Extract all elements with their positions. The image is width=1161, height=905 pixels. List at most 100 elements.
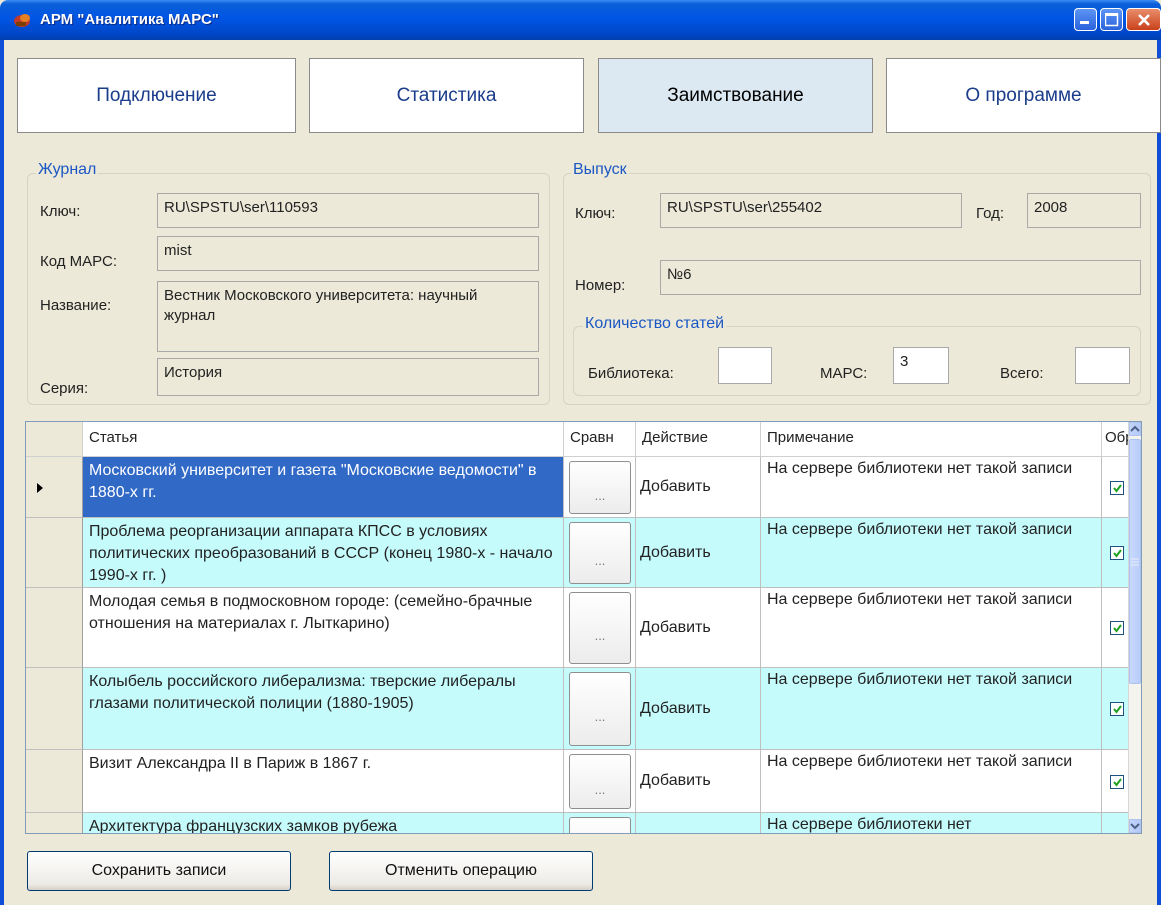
processed-checkbox[interactable] <box>1110 702 1124 716</box>
row-header[interactable] <box>26 457 83 518</box>
action-cell[interactable]: Добавить <box>636 518 761 588</box>
compare-button[interactable]: ... <box>569 461 631 514</box>
column-header-action[interactable]: Действие <box>636 422 761 457</box>
save-records-button[interactable]: Сохранить записи <box>27 851 291 891</box>
table-row[interactable]: Визит Александра II в Париж в 1867 г....… <box>26 750 1131 813</box>
tab-statistics[interactable]: Статистика <box>309 58 584 133</box>
article-title: Архитектура французских замков рубежа <box>89 818 398 834</box>
article-cell[interactable]: Московский университет и газета "Московс… <box>83 457 564 518</box>
note-value: На сервере библиотеки нет такой записи <box>767 671 1073 688</box>
tab-connection[interactable]: Подключение <box>17 58 296 133</box>
library-count-field[interactable] <box>718 347 772 384</box>
note-value: На сервере библиотеки нет <box>767 816 972 833</box>
current-row-icon <box>37 482 43 493</box>
processed-cell <box>1102 668 1131 750</box>
column-header-processed[interactable]: Обр <box>1102 422 1134 457</box>
table-row[interactable]: Молодая семья в подмосковном городе: (се… <box>26 588 1131 668</box>
checkmark-icon <box>1113 705 1122 714</box>
title-bar[interactable]: АРМ "Аналитика МАРС" <box>0 0 1161 40</box>
table-row[interactable]: Проблема реорганизации аппарата КПСС в у… <box>26 518 1131 588</box>
articles-grid[interactable]: Статья Сравн Действие Примечание Обр Мос… <box>25 421 1142 834</box>
processed-checkbox[interactable] <box>1110 774 1124 789</box>
processed-cell <box>1102 750 1131 813</box>
table-row[interactable]: Колыбель российского либерализма: тверск… <box>26 668 1131 750</box>
checkmark-icon <box>1113 624 1122 633</box>
processed-cell <box>1102 457 1131 518</box>
compare-cell: ... <box>564 668 636 750</box>
action-cell[interactable]: Добавить <box>636 750 761 813</box>
issue-number-field[interactable]: №6 <box>660 260 1141 295</box>
journal-key-field[interactable]: RU\SPSTU\ser\110593 <box>157 193 539 228</box>
maximize-button[interactable] <box>1100 8 1123 31</box>
compare-button[interactable]: ... <box>569 672 631 746</box>
library-count-label: Библиотека: <box>588 365 674 382</box>
row-header[interactable] <box>26 668 83 750</box>
issue-key-field[interactable]: RU\SPSTU\ser\255402 <box>660 193 962 228</box>
action-cell[interactable]: Добавить <box>636 588 761 668</box>
total-count-label: Всего: <box>1000 365 1044 382</box>
scroll-down-button[interactable] <box>1129 819 1141 833</box>
compare-button[interactable]: ... <box>569 592 631 664</box>
action-cell[interactable]: Добавить <box>636 668 761 750</box>
journal-series-field[interactable]: История <box>157 358 539 396</box>
compare-cell: ... <box>564 518 636 588</box>
checkmark-icon <box>1113 777 1122 787</box>
compare-button[interactable]: ... <box>569 522 631 584</box>
journal-code-label: Код МАРС: <box>40 253 118 270</box>
processed-cell <box>1102 813 1131 833</box>
issue-year-field[interactable]: 2008 <box>1027 193 1141 228</box>
processed-checkbox[interactable] <box>1110 546 1124 560</box>
table-row[interactable]: Архитектура французских замков рубежа...… <box>26 813 1131 834</box>
table-row[interactable]: Московский университет и газета "Московс… <box>26 457 1131 518</box>
note-cell[interactable]: На сервере библиотеки нет такой записи <box>761 750 1102 813</box>
minimize-icon <box>1080 21 1089 24</box>
column-header-article[interactable]: Статья <box>83 422 564 457</box>
note-cell[interactable]: На сервере библиотеки нет такой записи <box>761 457 1102 518</box>
row-header[interactable] <box>26 588 83 668</box>
action-value: Добавить <box>640 699 711 717</box>
action-value: Добавить <box>640 478 711 495</box>
note-value: На сервере библиотеки нет такой записи <box>767 753 1073 770</box>
note-cell[interactable]: На сервере библиотеки нет такой записи <box>761 668 1102 750</box>
total-count-field[interactable] <box>1075 347 1130 384</box>
column-header-note[interactable]: Примечание <box>761 422 1102 457</box>
article-cell[interactable]: Проблема реорганизации аппарата КПСС в у… <box>83 518 564 588</box>
counts-group <box>573 326 1141 396</box>
column-header-compare[interactable]: Сравн <box>564 422 636 457</box>
cancel-operation-button[interactable]: Отменить операцию <box>329 851 593 891</box>
note-cell[interactable]: На сервере библиотеки нет <box>761 813 1102 833</box>
article-title: Московский университет и газета "Московс… <box>89 462 537 501</box>
mars-count-label: МАРС: <box>820 365 868 382</box>
article-cell[interactable]: Визит Александра II в Париж в 1867 г. <box>83 750 564 813</box>
journal-name-field[interactable]: Вестник Московского университета: научны… <box>157 281 539 352</box>
issue-key-label: Ключ: <box>575 205 616 222</box>
article-title: Проблема реорганизации аппарата КПСС в у… <box>89 523 553 584</box>
article-cell[interactable]: Молодая семья в подмосковном городе: (се… <box>83 588 564 668</box>
row-header[interactable] <box>26 518 83 588</box>
article-cell[interactable]: Архитектура французских замков рубежа <box>83 813 564 834</box>
action-cell[interactable]: Добавить <box>636 813 761 833</box>
tab-borrowing[interactable]: Заимствование <box>598 58 873 133</box>
compare-button[interactable]: ... <box>569 754 631 809</box>
compare-button[interactable]: ... <box>569 817 631 833</box>
mars-count-field[interactable]: 3 <box>893 347 949 384</box>
grid-corner-header <box>26 422 83 457</box>
row-header[interactable] <box>26 750 83 813</box>
grid-vertical-scrollbar[interactable] <box>1128 422 1141 833</box>
close-button[interactable] <box>1126 8 1161 31</box>
note-cell[interactable]: На сервере библиотеки нет такой записи <box>761 518 1102 588</box>
compare-cell: ... <box>564 813 636 833</box>
grip-icon <box>1131 558 1139 566</box>
tab-about[interactable]: О программе <box>886 58 1161 133</box>
processed-checkbox[interactable] <box>1110 480 1124 495</box>
scroll-up-button[interactable] <box>1129 422 1141 436</box>
minimize-button[interactable] <box>1074 8 1097 31</box>
processed-checkbox[interactable] <box>1110 621 1124 635</box>
article-cell[interactable]: Колыбель российского либерализма: тверск… <box>83 668 564 750</box>
scroll-thumb[interactable] <box>1129 439 1141 684</box>
journal-code-field[interactable]: mist <box>157 236 539 271</box>
action-value: Добавить <box>640 543 711 561</box>
note-cell[interactable]: На сервере библиотеки нет такой записи <box>761 588 1102 668</box>
action-cell[interactable]: Добавить <box>636 457 761 518</box>
row-header[interactable] <box>26 813 83 833</box>
